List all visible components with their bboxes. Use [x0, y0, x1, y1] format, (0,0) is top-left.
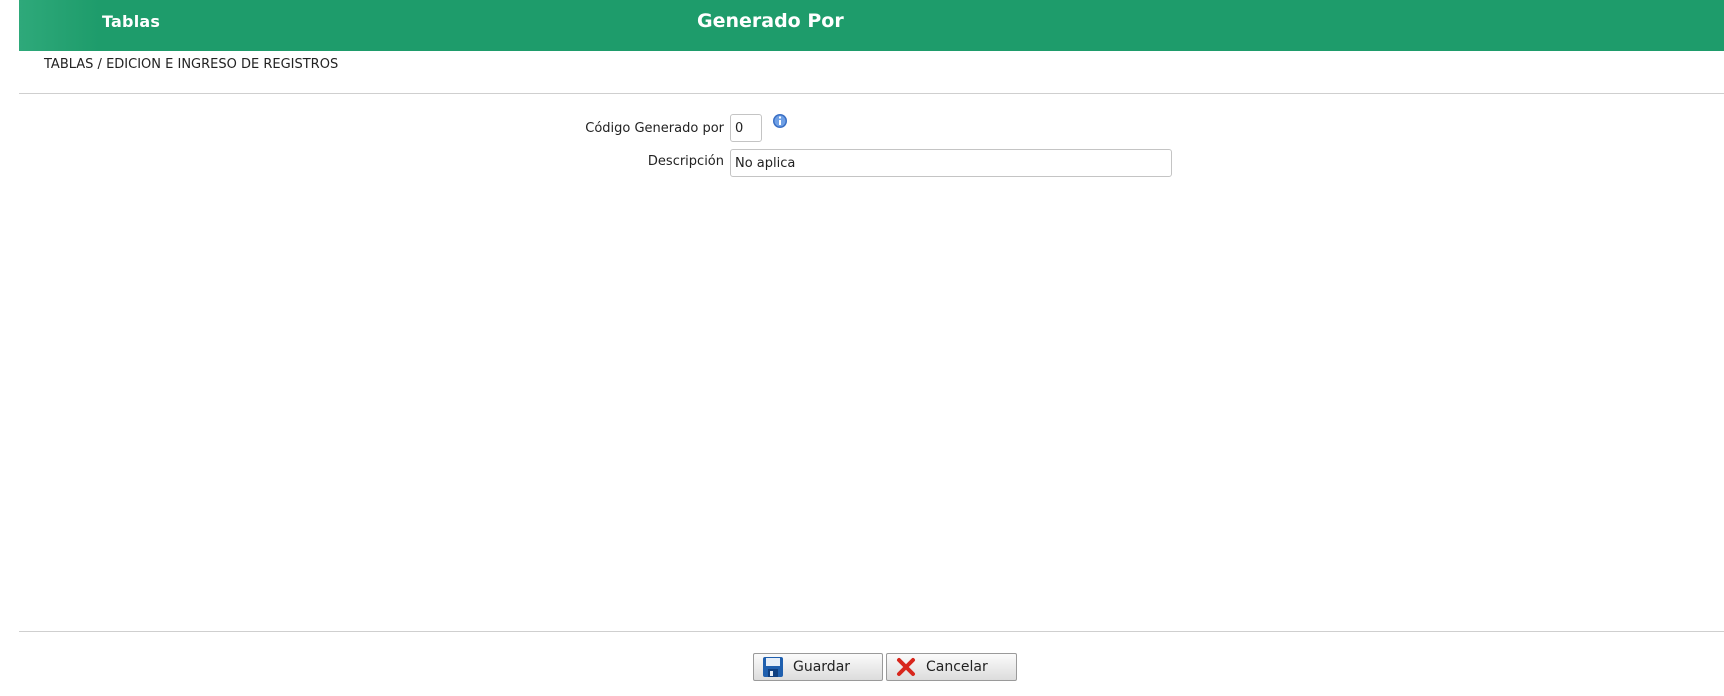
cancel-button[interactable]: Cancelar [886, 653, 1017, 681]
info-icon[interactable] [772, 113, 788, 129]
breadcrumb: TABLAS / EDICION E INGRESO DE REGISTROS [44, 57, 339, 72]
header-bar: Tablas Generado Por [19, 0, 1724, 51]
bottom-divider [19, 631, 1724, 632]
codigo-input[interactable] [730, 114, 762, 142]
header-tables-title: Tablas [102, 12, 161, 31]
codigo-label: Código Generado por [585, 121, 724, 136]
cancel-button-label: Cancelar [926, 659, 988, 675]
top-divider [19, 93, 1724, 94]
save-icon [762, 656, 784, 678]
save-button[interactable]: Guardar [753, 653, 883, 681]
descripcion-label: Descripción [647, 154, 724, 169]
page-title: Generado Por [697, 10, 844, 32]
save-button-label: Guardar [793, 659, 851, 675]
page: Tablas Generado Por TABLAS / EDICION E I… [0, 0, 1724, 696]
cancel-icon [895, 656, 917, 678]
descripcion-input[interactable] [730, 149, 1172, 177]
